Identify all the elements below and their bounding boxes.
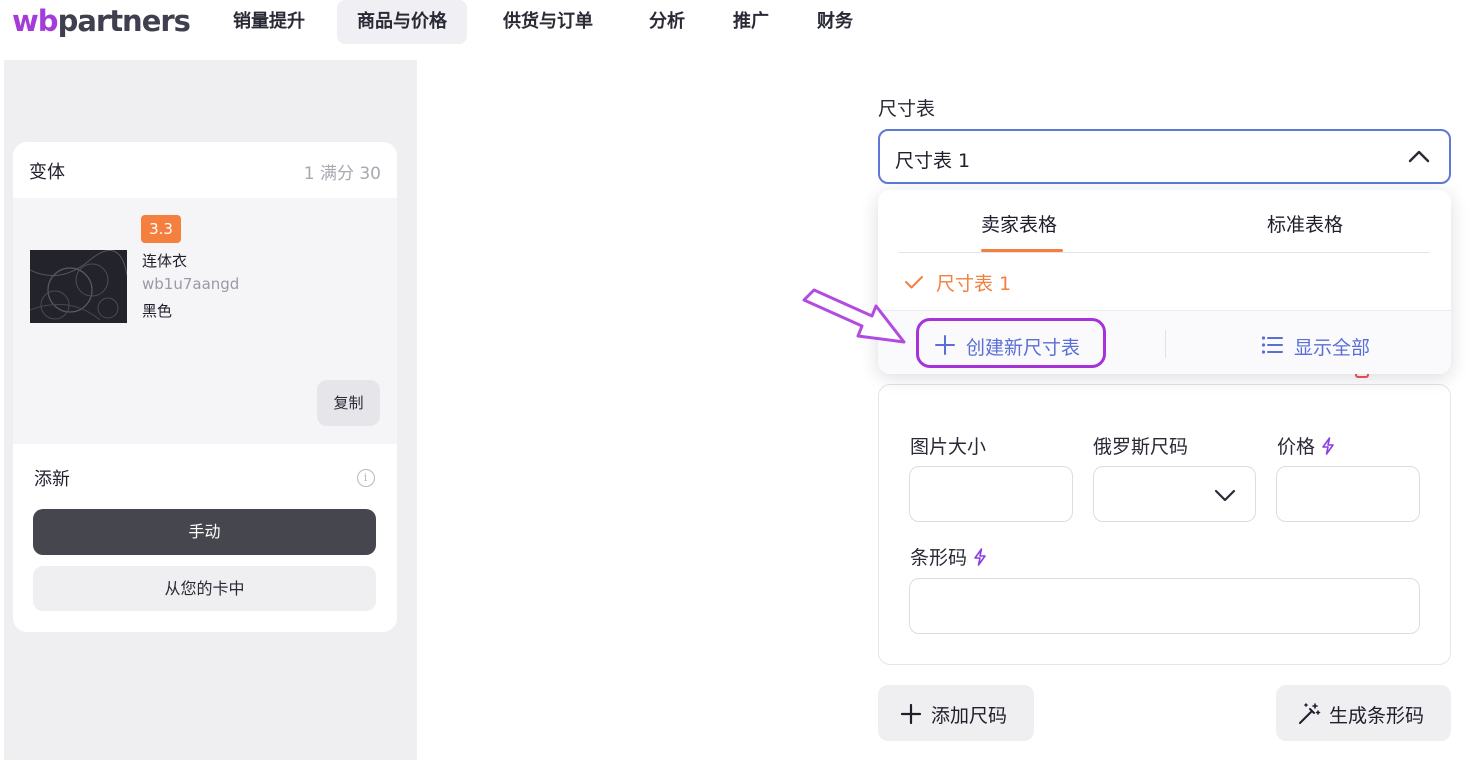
chevron-down-icon <box>1214 489 1236 502</box>
nav-item-sales-growth[interactable]: 销量提升 <box>213 0 325 44</box>
variants-card: 变体 1 满分 30 3.3 连体衣 wb1u7aangd 黑色 复制 添新 手… <box>13 142 397 632</box>
barcode-input[interactable] <box>909 578 1420 634</box>
info-icon[interactable] <box>357 469 375 487</box>
list-icon <box>1261 336 1283 354</box>
plus-icon <box>900 703 922 725</box>
lightning-icon <box>974 548 986 566</box>
variants-header: 变体 1 满分 30 <box>13 142 397 198</box>
from-card-button[interactable]: 从您的卡中 <box>33 566 376 611</box>
arrow-annotation-icon <box>802 288 906 344</box>
nav-item-finance[interactable]: 财务 <box>797 0 873 44</box>
product-code: wb1u7aangd <box>142 275 240 293</box>
chevron-up-icon <box>1408 150 1430 163</box>
tab-seller-tables[interactable]: 卖家表格 <box>981 210 1057 237</box>
nav-item-promotion[interactable]: 推广 <box>713 0 789 44</box>
rating-badge: 3.3 <box>141 215 181 243</box>
image-size-input[interactable] <box>909 466 1073 522</box>
add-new-title: 添新 <box>34 469 70 490</box>
lightning-icon <box>1322 437 1334 455</box>
barcode-label: 条形码 <box>910 543 987 570</box>
nav-item-products-prices[interactable]: 商品与价格 <box>337 0 467 44</box>
top-nav: wbpartners 销量提升 商品与价格 供货与订单 分析 推广 财务 <box>0 0 1474 58</box>
copy-button[interactable]: 复制 <box>317 380 380 426</box>
size-table-dropdown: 卖家表格 标准表格 尺寸表 1 创建新尺寸表 显示全部 <box>878 190 1451 374</box>
nav-item-analytics[interactable]: 分析 <box>629 0 705 44</box>
russian-size-select[interactable] <box>1093 466 1256 522</box>
manual-button[interactable]: 手动 <box>33 509 376 555</box>
add-size-label: 添加尺码 <box>931 705 1008 727</box>
size-table-select[interactable]: 尺寸表 1 <box>878 129 1451 184</box>
variants-count: 1 满分 30 <box>303 164 381 184</box>
russian-size-label: 俄罗斯尺码 <box>1093 436 1189 458</box>
price-input[interactable] <box>1276 466 1420 522</box>
divider <box>898 252 1430 253</box>
dropdown-option-size-table-1[interactable]: 尺寸表 1 <box>936 269 1011 296</box>
image-size-label: 图片大小 <box>910 436 987 458</box>
add-size-button[interactable]: 添加尺码 <box>878 685 1034 741</box>
price-label: 价格 <box>1277 432 1335 459</box>
product-name: 连体衣 <box>142 252 188 270</box>
size-table-label: 尺寸表 <box>878 98 936 120</box>
wbpartners-logo[interactable]: wbpartners <box>12 2 191 40</box>
generate-barcode-label: 生成条形码 <box>1329 705 1425 727</box>
create-size-table-label[interactable]: 创建新尺寸表 <box>966 333 1080 360</box>
nav-item-supply-orders[interactable]: 供货与订单 <box>483 0 613 44</box>
magic-wand-icon <box>1299 703 1321 724</box>
size-table-selected-value: 尺寸表 1 <box>895 150 971 172</box>
generate-barcode-button[interactable]: 生成条形码 <box>1276 685 1451 741</box>
plus-icon <box>935 335 955 355</box>
show-all-button[interactable]: 显示全部 <box>1294 333 1370 360</box>
divider <box>1165 330 1166 358</box>
tab-standard-tables[interactable]: 标准表格 <box>1267 210 1343 237</box>
product-thumbnail[interactable] <box>30 250 127 323</box>
variant-item[interactable]: 3.3 连体衣 wb1u7aangd 黑色 复制 <box>13 198 397 444</box>
variants-title: 变体 <box>29 162 65 183</box>
product-color: 黑色 <box>142 302 173 320</box>
